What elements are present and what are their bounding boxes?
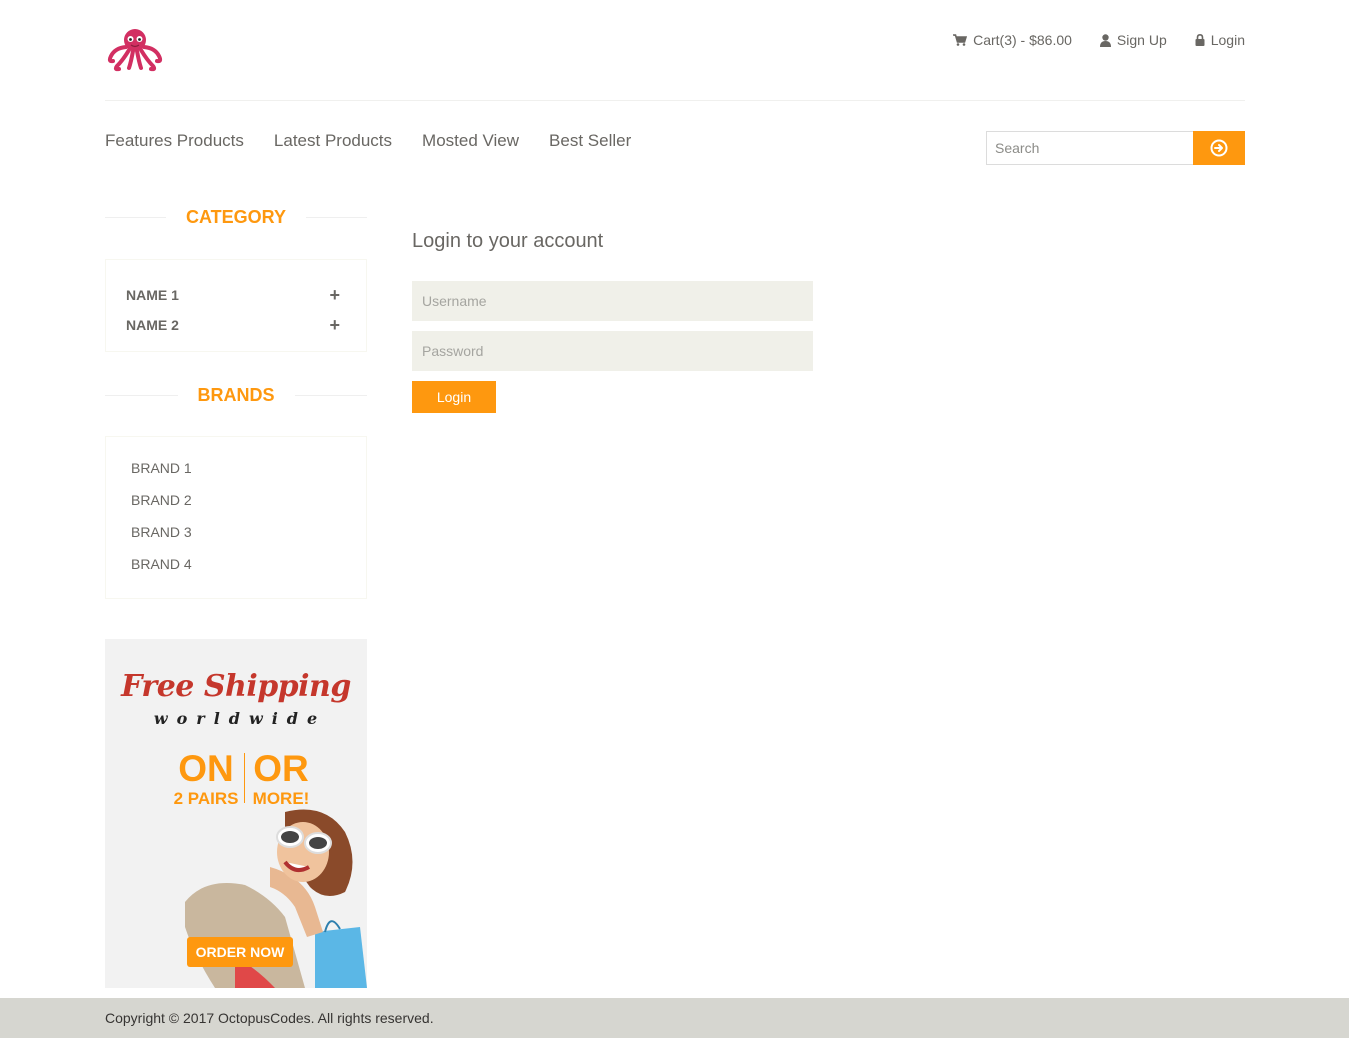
- heading-line: [306, 217, 368, 218]
- category-item-name-1[interactable]: NAME 1 +: [106, 280, 366, 310]
- nav-latest-products[interactable]: Latest Products: [274, 131, 392, 151]
- arrow-circle-right-icon: [1210, 139, 1228, 157]
- password-field[interactable]: [412, 331, 813, 371]
- search-button[interactable]: [1193, 131, 1245, 165]
- signup-label: Sign Up: [1116, 32, 1167, 48]
- order-now-button[interactable]: ORDER NOW: [187, 937, 293, 967]
- top-links: Cart(3) - $86.00 Sign Up Login: [953, 31, 1245, 49]
- brands-panel: BRAND 1 BRAND 2 BRAND 3 BRAND 4: [105, 436, 367, 599]
- category-panel: NAME 1 + NAME 2 +: [105, 259, 367, 352]
- category-label: NAME 2: [126, 317, 179, 333]
- copyright-text: Copyright © 2017 OctopusCodes. All right…: [105, 1010, 434, 1026]
- shopping-cart-icon: [953, 34, 968, 46]
- ad-left-block: ON 2 PAIRS: [170, 749, 242, 809]
- footer: Copyright © 2017 OctopusCodes. All right…: [0, 998, 1349, 1038]
- brands-heading: BRANDS: [105, 385, 368, 406]
- login-link[interactable]: Login: [1195, 31, 1245, 49]
- brand-item-2[interactable]: BRAND 2: [106, 487, 366, 519]
- login-title: Login to your account: [412, 230, 604, 252]
- octopus-logo: [107, 29, 163, 72]
- username-field[interactable]: [412, 281, 813, 321]
- search-input[interactable]: [986, 131, 1193, 165]
- signup-link[interactable]: Sign Up: [1099, 31, 1167, 49]
- heading-line: [294, 395, 368, 396]
- ad-right-small: MORE!: [252, 789, 310, 808]
- category-item-name-2[interactable]: NAME 2 +: [106, 310, 366, 340]
- brand-item-4[interactable]: BRAND 4: [106, 551, 366, 583]
- category-heading: CATEGORY: [105, 207, 368, 228]
- ad-subline: worldwide: [153, 709, 327, 728]
- nav-best-seller[interactable]: Best Seller: [549, 131, 631, 151]
- nav-mosted-view[interactable]: Mosted View: [422, 131, 519, 151]
- cart-link[interactable]: Cart(3) - $86.00: [953, 31, 1072, 49]
- ad-headline: Free Shipping: [121, 669, 351, 704]
- header-divider: [105, 100, 1245, 101]
- ad-left-small: 2 PAIRS: [173, 789, 239, 808]
- brands-title: BRANDS: [197, 385, 275, 405]
- search-box: [986, 131, 1245, 165]
- category-label: NAME 1: [126, 287, 179, 303]
- category-title: CATEGORY: [186, 207, 287, 227]
- login-button[interactable]: Login: [412, 381, 496, 413]
- site-logo[interactable]: [105, 26, 165, 72]
- user-icon: [1099, 33, 1111, 47]
- heading-line: [105, 395, 178, 396]
- login-label: Login: [1210, 32, 1245, 48]
- nav-features-products[interactable]: Features Products: [105, 131, 244, 151]
- cart-label: Cart(3) - $86.00: [973, 32, 1072, 48]
- free-shipping-ad[interactable]: Free Shipping worldwide ON 2 PAIRS OR MO…: [105, 639, 367, 988]
- plus-icon[interactable]: +: [329, 286, 346, 304]
- plus-icon[interactable]: +: [329, 316, 346, 334]
- brand-item-1[interactable]: BRAND 1: [106, 455, 366, 487]
- ad-right-block: OR MORE!: [245, 749, 317, 809]
- main-nav: Features Products Latest Products Mosted…: [105, 131, 631, 151]
- ad-left-big: ON: [178, 748, 234, 789]
- brand-item-3[interactable]: BRAND 3: [106, 519, 366, 551]
- lock-icon: [1195, 34, 1205, 46]
- heading-line: [105, 217, 166, 218]
- ad-right-big: OR: [253, 748, 309, 789]
